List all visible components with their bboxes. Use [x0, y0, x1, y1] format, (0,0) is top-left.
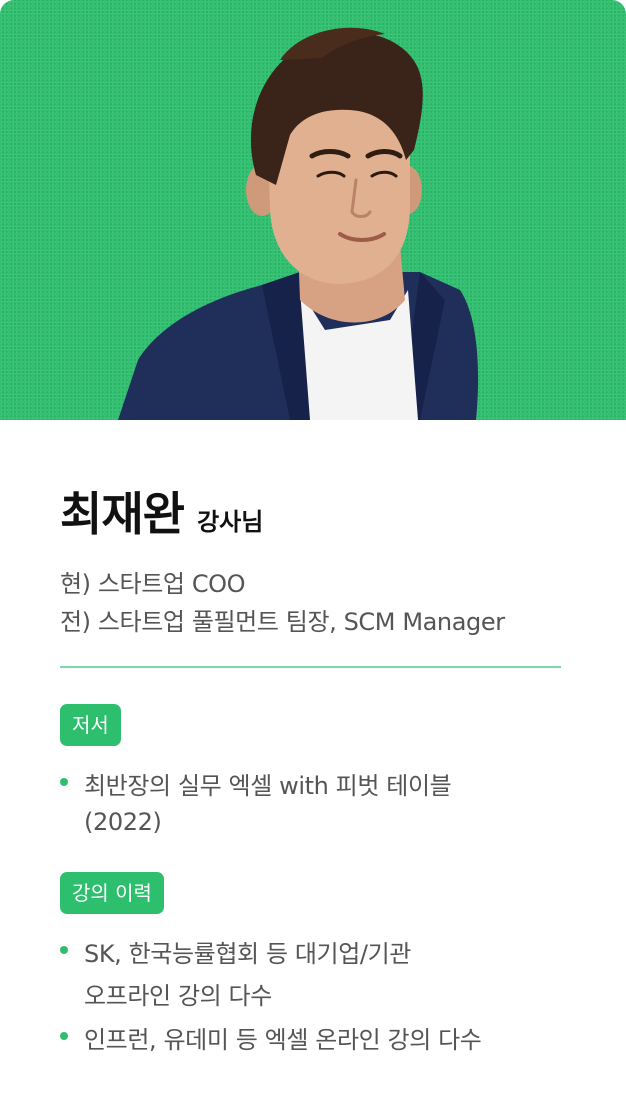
- career-tag: 강의 이력: [60, 872, 164, 914]
- book-title-line-1: 최반장의 실무 엑셀 with 피벗 테이블: [84, 772, 452, 800]
- book-title-line-2: (2022): [84, 808, 162, 836]
- section-divider: [60, 666, 561, 668]
- bullet-dot-icon: [60, 946, 68, 954]
- bullet-dot-icon: [60, 778, 68, 786]
- former-position: 전) 스타트업 풀필먼트 팀장, SCM Manager: [60, 608, 505, 636]
- name-row: 최재완 강사님: [60, 478, 263, 544]
- bullet-dot-icon: [60, 1032, 68, 1040]
- career-item-2-line-1: 인프런, 유데미 등 엑셀 온라인 강의 다수: [84, 1026, 482, 1054]
- instructor-photo-area: [0, 0, 626, 420]
- current-position: 현) 스타트업 COO: [60, 570, 246, 598]
- instructor-name: 최재완: [60, 487, 185, 541]
- instructor-card: 최재완 강사님 현) 스타트업 COO 전) 스타트업 풀필먼트 팀장, SCM…: [0, 0, 626, 1110]
- career-item-1-line-1: SK, 한국능률협회 등 대기업/기관: [84, 940, 411, 968]
- books-tag: 저서: [60, 704, 121, 746]
- instructor-honorific: 강사님: [197, 508, 264, 536]
- career-item-1-line-2: 오프라인 강의 다수: [84, 982, 272, 1010]
- instructor-portrait: [118, 27, 479, 420]
